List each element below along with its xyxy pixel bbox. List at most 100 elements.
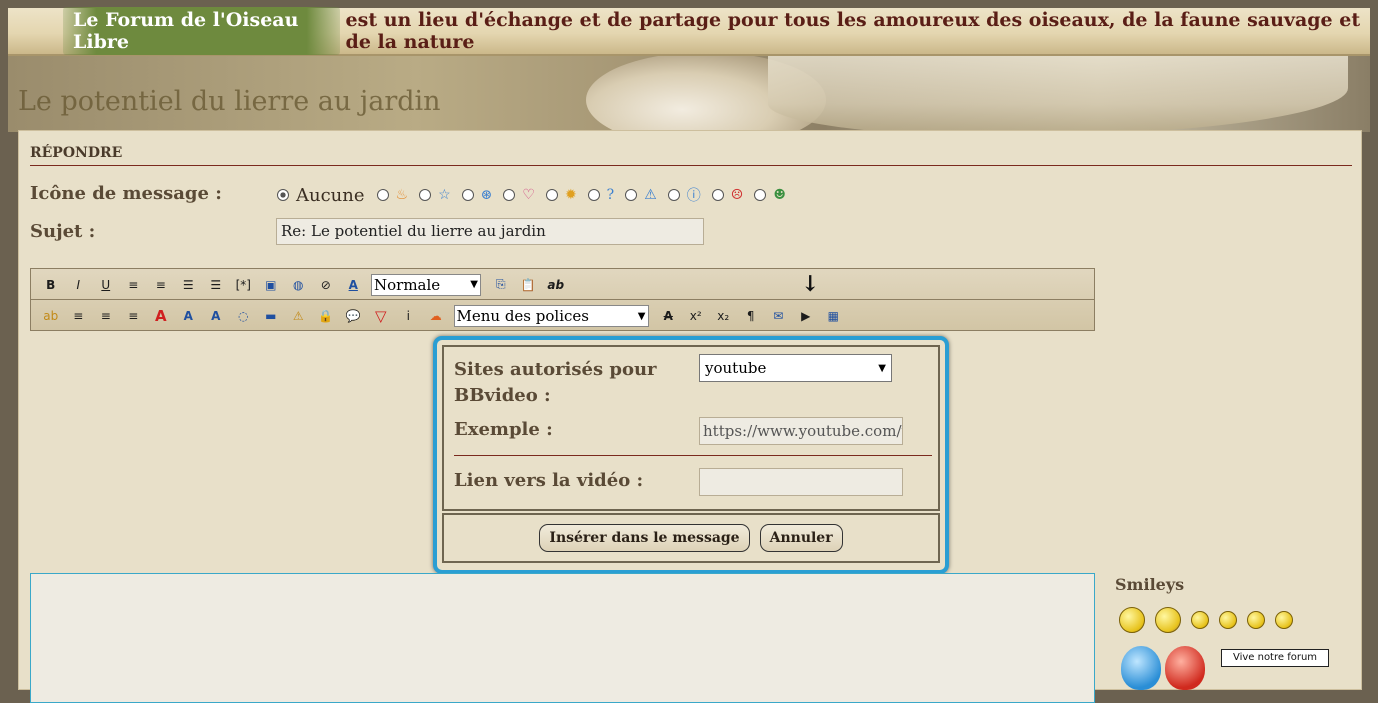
icon-radio-angry[interactable] bbox=[711, 189, 724, 201]
video-link-input[interactable] bbox=[699, 468, 903, 496]
smileys-title: Smileys bbox=[1115, 575, 1185, 594]
align-center-button[interactable]: ≡ bbox=[65, 309, 93, 323]
copy-button[interactable]: ⎘ bbox=[487, 277, 515, 292]
quote-button[interactable]: ≡ bbox=[120, 278, 148, 292]
blue-egg-smiley-icon[interactable] bbox=[1121, 646, 1161, 690]
icon-radio-star[interactable] bbox=[419, 189, 432, 201]
numbered-list-button[interactable]: ☰ bbox=[202, 278, 230, 292]
red-egg-smiley-icon[interactable] bbox=[1165, 646, 1205, 690]
warning-icon: ⚠ bbox=[644, 187, 657, 203]
info-icon: ⓘ bbox=[686, 188, 701, 204]
flash-button[interactable]: ⊘ bbox=[312, 278, 340, 292]
bee-smiley-icon[interactable] bbox=[1155, 607, 1181, 633]
bullet-list-button[interactable]: ☰ bbox=[175, 278, 203, 292]
strikethrough-button[interactable]: A bbox=[655, 309, 683, 323]
water-effect-button[interactable]: ◌ bbox=[230, 309, 258, 323]
cancel-button[interactable]: Annuler bbox=[759, 524, 843, 552]
icon-radio-heart[interactable] bbox=[503, 189, 516, 201]
toolbar-row-2: ab ≡ ≡ ≡ A A A ◌ ▬ ⚠ 🔒 💬 ▽ i ☁ Menu des … bbox=[31, 301, 1094, 331]
reply-panel: RÉPONDRE Icône de message : Aucune ♨ ☆ ⊛… bbox=[18, 130, 1362, 703]
question-icon: ? bbox=[606, 187, 615, 203]
page-title: Le potentiel du lierre au jardin bbox=[18, 86, 441, 117]
forum-name[interactable]: Le Forum de l'Oiseau Libre bbox=[63, 7, 340, 55]
icon-radio-none[interactable] bbox=[277, 189, 289, 201]
icon-radio-question[interactable] bbox=[587, 189, 600, 201]
image-button[interactable]: ▣ bbox=[257, 278, 285, 292]
grin-smiley-icon[interactable] bbox=[1191, 611, 1209, 629]
font-size-select[interactable]: Normale ▼ bbox=[371, 273, 481, 296]
chevron-down-icon: ▼ bbox=[878, 362, 886, 374]
warning-button[interactable]: ⚠ bbox=[285, 309, 313, 323]
align-right-button[interactable]: ≡ bbox=[120, 309, 148, 323]
font-size-value: Normale bbox=[374, 275, 441, 294]
underline-button[interactable]: U bbox=[92, 278, 120, 292]
tag-button[interactable]: ▽ bbox=[367, 307, 395, 325]
gradient-button[interactable]: ▬ bbox=[257, 309, 285, 323]
example-field[interactable]: https://www.youtube.com/watch?v= bbox=[699, 417, 903, 445]
bbcode-toolbar: B I U ≡ ≡ ☰ ☰ [*] ▣ ◍ ⊘ A Normale ▼ ⎘ 📋 … bbox=[30, 268, 1095, 331]
table-button[interactable]: ▦ bbox=[820, 309, 848, 323]
icon-none-label: Aucune bbox=[296, 184, 365, 206]
star-icon: ☆ bbox=[438, 187, 451, 203]
icon-radio-sick[interactable] bbox=[754, 189, 767, 201]
text-outline-button[interactable]: A bbox=[147, 307, 175, 325]
bold-button[interactable]: B bbox=[37, 278, 65, 292]
chevron-down-icon: ▼ bbox=[470, 279, 478, 290]
thumbs-up-smiley-icon[interactable] bbox=[1275, 611, 1293, 629]
font-color-button[interactable]: A bbox=[340, 278, 368, 292]
email-button[interactable]: ✉ bbox=[765, 309, 793, 323]
hide-button[interactable]: 🔒 bbox=[312, 309, 340, 323]
paste-button[interactable]: 📋 bbox=[515, 278, 543, 292]
gear-icon: ⊛ bbox=[480, 187, 493, 203]
lightbulb-icon: ✹ bbox=[564, 187, 577, 203]
king-smiley-icon[interactable] bbox=[1119, 607, 1145, 633]
dialog-fields: Sites autorisés pour BBvideo : youtube ▼… bbox=[442, 345, 940, 511]
highlight-button[interactable]: ab bbox=[37, 309, 65, 323]
owl-wing-image bbox=[768, 56, 1348, 132]
sites-select[interactable]: youtube ▼ bbox=[699, 354, 892, 382]
dialog-actions: Insérer dans le message Annuler bbox=[442, 513, 940, 563]
vive-forum-smiley[interactable]: Vive notre forum bbox=[1221, 649, 1329, 667]
icon-radio-fire[interactable] bbox=[376, 189, 389, 201]
icon-radio-warning[interactable] bbox=[625, 189, 638, 201]
code-button[interactable]: ≡ bbox=[147, 278, 175, 292]
font-family-select[interactable]: Menu des polices ▼ bbox=[453, 305, 649, 327]
list-item-button[interactable]: [*] bbox=[230, 278, 258, 292]
icon-radio-info[interactable] bbox=[667, 189, 680, 201]
link-button[interactable]: ◍ bbox=[285, 278, 313, 292]
subscript-button[interactable]: x₂ bbox=[710, 309, 738, 323]
icon-radio-lightbulb[interactable] bbox=[545, 189, 558, 201]
forum-tagline: est un lieu d'échange et de partage pour… bbox=[345, 9, 1361, 53]
paragraph-button[interactable]: ¶ bbox=[737, 309, 765, 323]
arrow-down-icon: ↓ bbox=[801, 271, 820, 297]
smileys-row-1 bbox=[1119, 607, 1293, 633]
information-button[interactable]: i bbox=[395, 309, 423, 323]
italic-button[interactable]: I bbox=[65, 278, 93, 292]
fire-icon: ♨ bbox=[395, 187, 409, 203]
message-icon-label: Icône de message : bbox=[30, 183, 222, 204]
icon-radio-gear[interactable] bbox=[461, 189, 474, 201]
message-icon-options: Aucune ♨ ☆ ⊛ ♡ ✹ ? ⚠ ⓘ ☹ ☻ bbox=[277, 183, 793, 207]
bbvideo-dialog: Sites autorisés pour BBvideo : youtube ▼… bbox=[433, 336, 949, 574]
text-glow-button[interactable]: A bbox=[202, 309, 230, 323]
spellcheck-button[interactable]: ab bbox=[542, 278, 570, 292]
wink-smiley-icon[interactable] bbox=[1247, 611, 1265, 629]
chevron-down-icon: ▼ bbox=[637, 310, 646, 322]
text-shadow-button[interactable]: A bbox=[175, 309, 203, 323]
video-button[interactable]: ▶ bbox=[792, 309, 820, 323]
video-link-label: Lien vers la vidéo : bbox=[454, 470, 644, 491]
divider bbox=[454, 455, 932, 456]
section-heading: RÉPONDRE bbox=[30, 145, 1352, 166]
superscript-button[interactable]: x² bbox=[682, 309, 710, 323]
insert-button[interactable]: Insérer dans le message bbox=[539, 524, 750, 552]
angry-icon: ☹ bbox=[730, 187, 744, 203]
spoiler-button[interactable]: 💬 bbox=[340, 309, 368, 323]
example-label: Exemple : bbox=[454, 419, 553, 440]
happy-smiley-icon[interactable] bbox=[1219, 611, 1237, 629]
sites-select-value: youtube bbox=[705, 359, 767, 377]
message-textarea[interactable] bbox=[30, 573, 1095, 703]
subject-input[interactable]: Re: Le potentiel du lierre au jardin bbox=[276, 218, 704, 245]
justify-button[interactable]: ≡ bbox=[92, 309, 120, 323]
sick-icon: ☻ bbox=[773, 187, 786, 203]
soundcloud-button[interactable]: ☁ bbox=[422, 309, 450, 323]
